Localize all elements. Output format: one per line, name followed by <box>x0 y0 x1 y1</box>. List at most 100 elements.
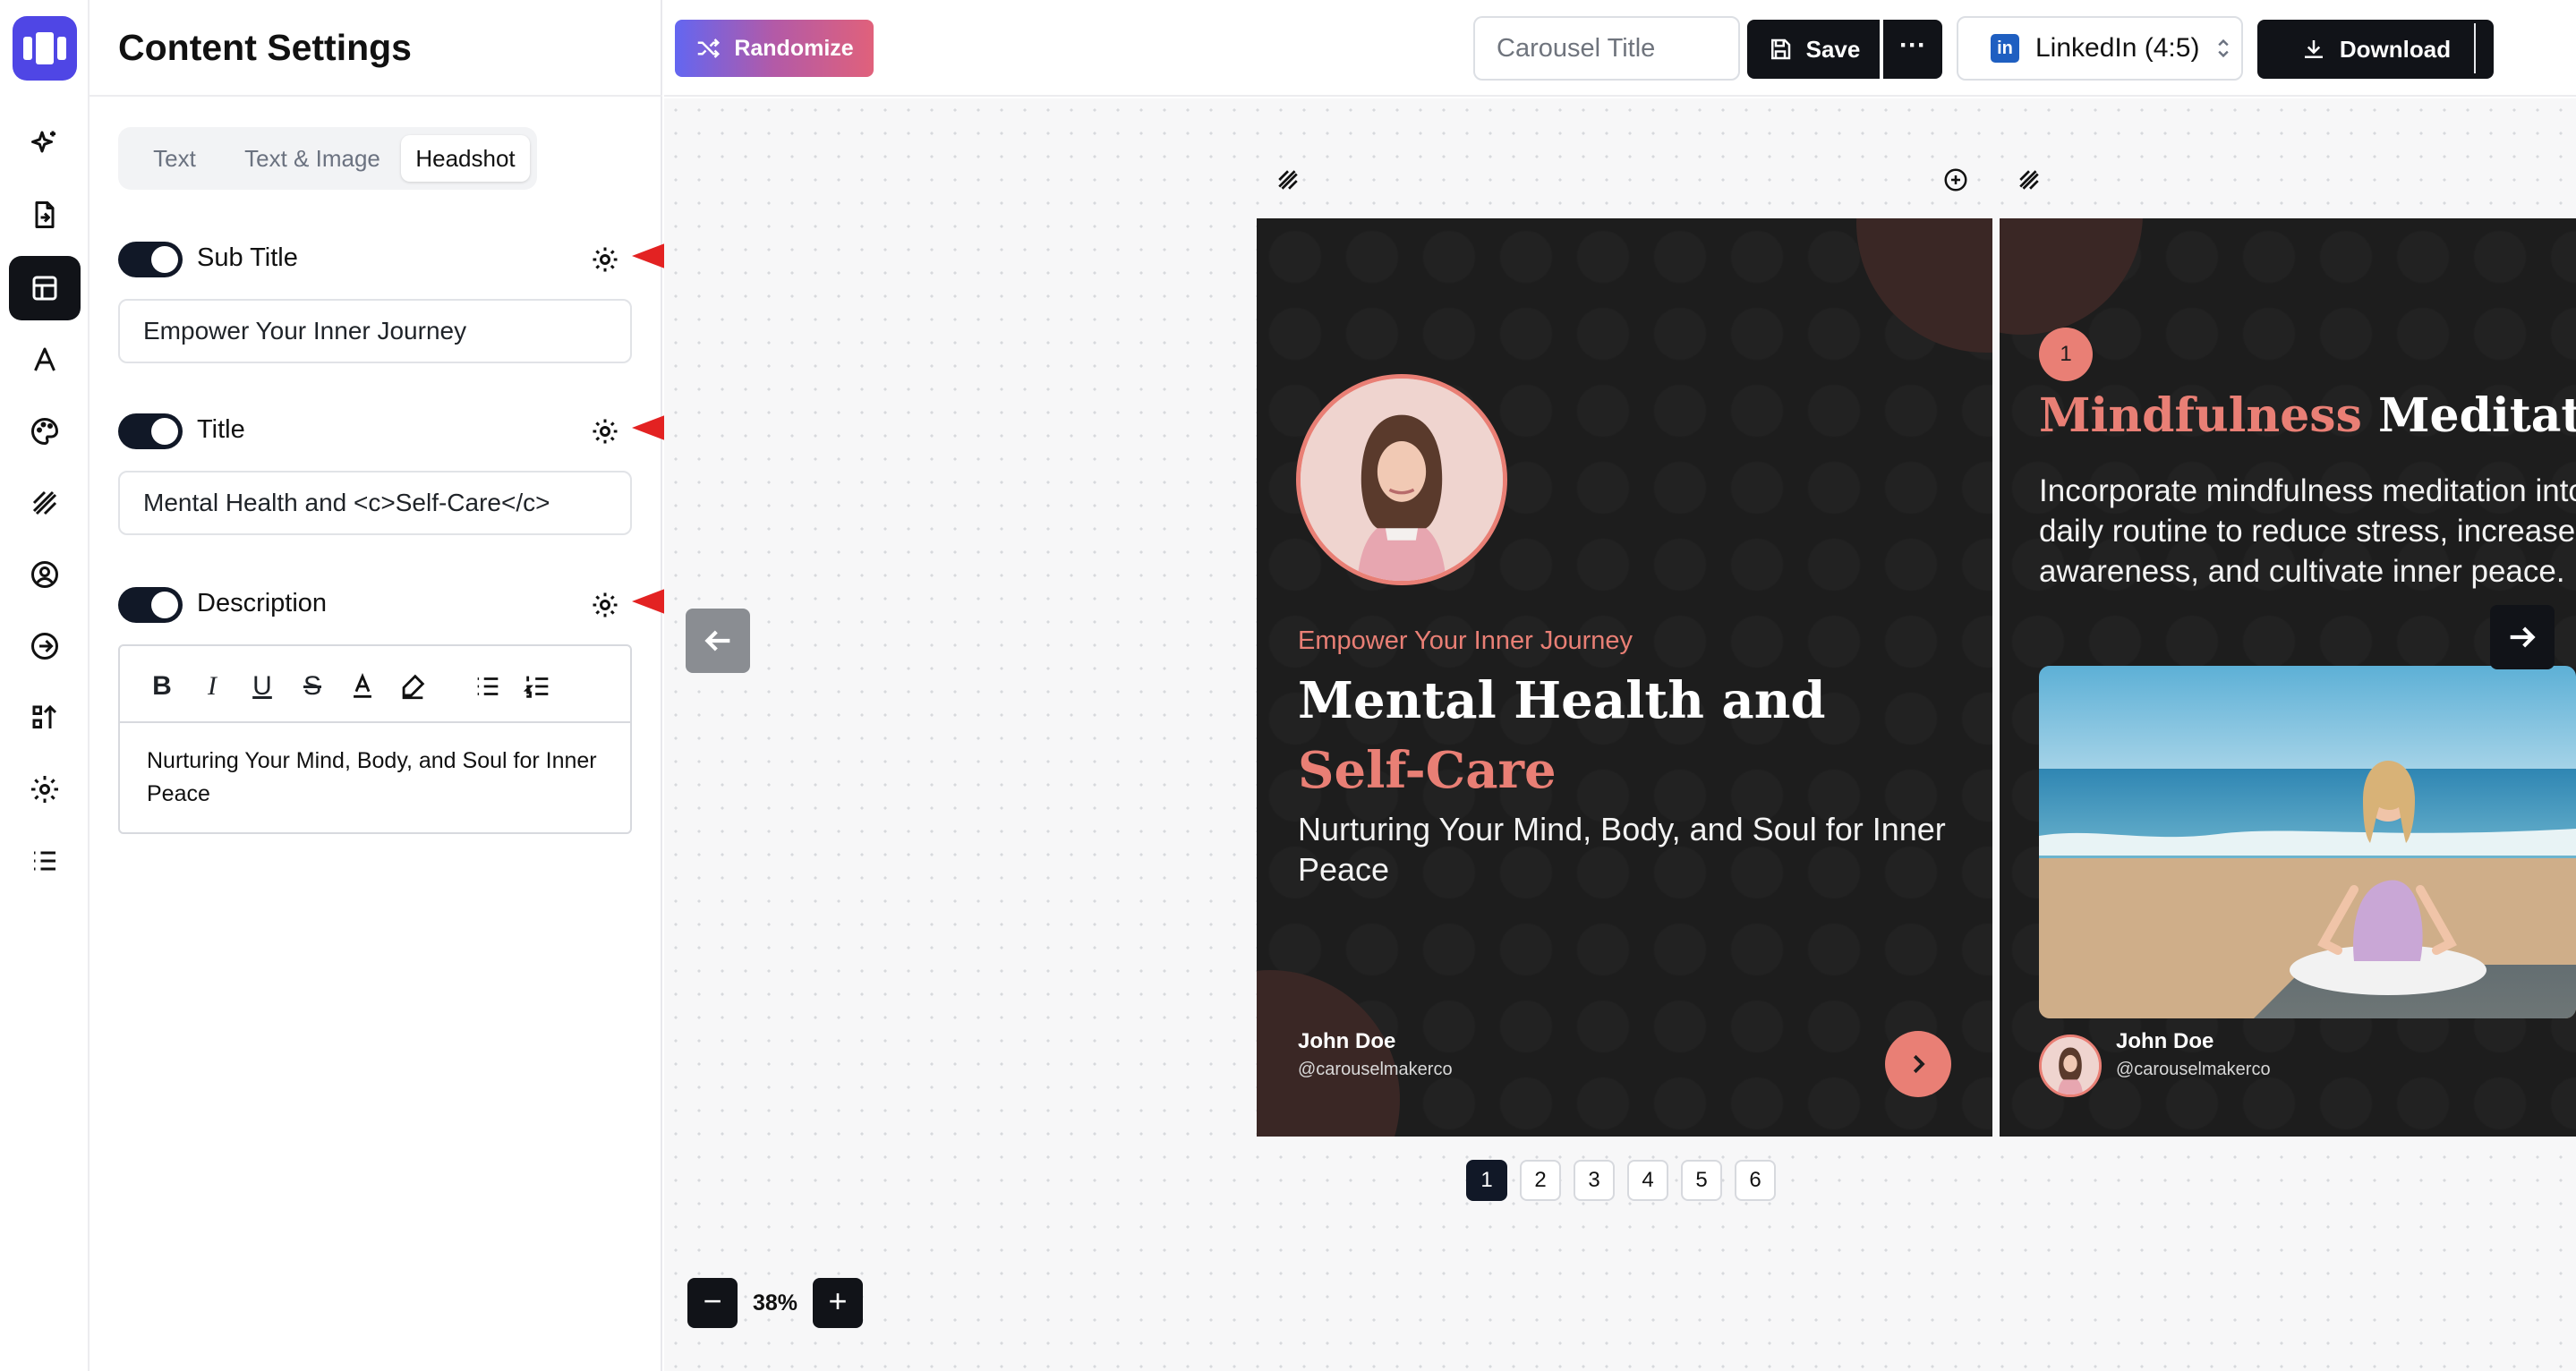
bullet-list-icon[interactable] <box>473 671 503 702</box>
slide-title-highlight: Self-Care <box>1298 741 1557 800</box>
save-label: Save <box>1805 35 1861 63</box>
pattern-icon <box>32 490 57 515</box>
rail-navigation[interactable] <box>9 614 81 678</box>
rail-typography[interactable] <box>9 328 81 392</box>
save-icon <box>1770 38 1790 60</box>
rail-import[interactable] <box>9 183 81 247</box>
download-button[interactable]: Download <box>2257 20 2494 79</box>
list-icon <box>34 851 55 871</box>
editor-toolbar: B I U S <box>120 646 630 723</box>
description-text[interactable]: Nurturing Your Mind, Body, and Soul for … <box>147 745 612 811</box>
tab-text-image[interactable]: Text & Image <box>227 135 397 182</box>
user-circle-icon <box>31 561 58 588</box>
slide-2-description: Incorporate mindfulness meditation into … <box>2039 471 2576 592</box>
platform-select[interactable]: in LinkedIn (4:5) <box>1957 16 2243 81</box>
slide-2-title-highlight: Mindfulness <box>2039 388 2362 443</box>
slide-2-description-line: awareness, and cultivate inner peace. <box>2039 554 2565 589</box>
title-label: Title <box>197 415 245 444</box>
settings-icon <box>31 776 58 803</box>
save-button[interactable]: Save <box>1747 20 1880 79</box>
rail-profile[interactable] <box>9 542 81 607</box>
toolbar-divider <box>2474 23 2476 73</box>
tab-text[interactable]: Text <box>125 135 224 182</box>
file-import-icon <box>35 201 55 228</box>
slide-pager: 1 2 3 4 5 6 <box>1466 1160 1776 1201</box>
rail-order[interactable] <box>9 686 81 750</box>
subtitle-label: Sub Title <box>197 243 298 272</box>
top-toolbar: Randomize Carousel Title Save ··· in Lin… <box>664 0 2576 97</box>
arrow-right-icon <box>2510 626 2536 648</box>
app-logo[interactable] <box>13 16 77 81</box>
page-button-4[interactable]: 4 <box>1627 1160 1668 1201</box>
carousel-canvas: Empower Your Inner Journey Mental Health… <box>664 98 2576 1371</box>
carousel-title-input[interactable]: Carousel Title <box>1473 16 1740 81</box>
page-button-3[interactable]: 3 <box>1574 1160 1615 1201</box>
underline-button[interactable]: U <box>247 671 277 702</box>
add-slide-icon[interactable] <box>1942 166 1969 193</box>
panel-header: Content Settings <box>90 0 662 97</box>
rail-settings[interactable] <box>9 757 81 822</box>
numbered-list-icon[interactable] <box>523 671 553 702</box>
download-label: Download <box>2339 35 2452 63</box>
bold-button[interactable]: B <box>147 671 177 702</box>
slide-2-background-icon[interactable] <box>2017 168 2041 192</box>
arrow-circle-right-icon <box>31 633 58 660</box>
content-settings-panel: Content Settings Text Text & Image Heads… <box>90 0 856 1371</box>
icon-rail <box>0 0 90 1371</box>
linkedin-icon: in <box>1991 34 2019 63</box>
shuffle-icon <box>698 38 721 58</box>
sparkles-icon <box>31 131 55 153</box>
slide-1[interactable]: Empower Your Inner Journey Mental Health… <box>1257 218 1992 1137</box>
rail-slides-list[interactable] <box>9 829 81 893</box>
slide-title: Mental Health and Self-Care <box>1298 666 1924 805</box>
rail-ai-generate[interactable] <box>9 111 81 175</box>
randomize-button[interactable]: Randomize <box>675 20 874 77</box>
page-button-5[interactable]: 5 <box>1681 1160 1722 1201</box>
platform-label: LinkedIn (4:5) <box>2035 33 2200 63</box>
subtitle-settings-gear-icon[interactable] <box>589 243 621 276</box>
strikethrough-button[interactable]: S <box>297 671 328 702</box>
content-tabs: Text Text & Image Headshot <box>118 127 537 190</box>
more-options-button[interactable]: ··· <box>1883 20 1942 79</box>
slide-2-title-rest: Meditation <box>2377 388 2576 443</box>
author-handle: @carouselmakerco <box>1298 1060 1453 1079</box>
randomize-label: Randomize <box>734 35 854 61</box>
panel-title: Content Settings <box>118 27 412 68</box>
author-avatar <box>2039 1035 2102 1097</box>
chevron-updown-icon <box>2218 38 2230 58</box>
zoom-out-button[interactable]: − <box>687 1278 738 1328</box>
page-button-6[interactable]: 6 <box>1735 1160 1776 1201</box>
slide-number-badge: 1 <box>2039 328 2093 381</box>
title-toggle[interactable] <box>118 413 183 449</box>
rail-background[interactable] <box>9 471 81 535</box>
slide-2-description-line: daily routine to reduce stress, increase… <box>2039 514 2576 549</box>
rail-content[interactable] <box>9 256 81 320</box>
tab-headshot[interactable]: Headshot <box>401 135 530 182</box>
author-name: John Doe <box>1298 1029 1396 1053</box>
previous-slide-button[interactable] <box>686 609 750 673</box>
description-toggle[interactable] <box>118 587 183 623</box>
italic-button[interactable]: I <box>197 671 227 702</box>
zoom-controls: − 38% + <box>687 1278 863 1328</box>
title-settings-gear-icon[interactable] <box>589 415 621 447</box>
text-color-icon[interactable] <box>347 671 378 702</box>
arrow-left-icon <box>704 630 730 651</box>
slide-2-description-line: Incorporate mindfulness meditation into … <box>2039 473 2576 508</box>
description-label: Description <box>197 589 328 617</box>
rail-colors[interactable] <box>9 399 81 464</box>
zoom-in-button[interactable]: + <box>813 1278 863 1328</box>
palette-icon <box>31 417 59 446</box>
slide-2[interactable]: 1 Mindfulness Meditation Incorporate min… <box>2000 218 2576 1137</box>
subtitle-toggle[interactable] <box>118 242 183 277</box>
page-button-2[interactable]: 2 <box>1520 1160 1561 1201</box>
description-settings-gear-icon[interactable] <box>589 589 621 621</box>
slide-1-background-icon[interactable] <box>1276 168 1300 192</box>
subtitle-input[interactable]: Empower Your Inner Journey <box>118 299 632 363</box>
zoom-level: 38% <box>752 1290 798 1316</box>
headshot-image <box>1296 374 1507 585</box>
title-input[interactable]: Mental Health and <c>Self-Care</c> <box>118 471 632 535</box>
description-editor[interactable]: B I U S Nurturing Your Mind, Body, and S… <box>118 644 632 834</box>
page-button-1[interactable]: 1 <box>1466 1160 1507 1201</box>
highlighter-icon[interactable] <box>397 671 428 702</box>
next-slide-button[interactable] <box>2490 605 2555 669</box>
